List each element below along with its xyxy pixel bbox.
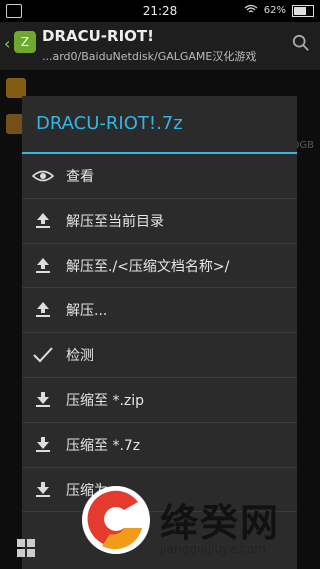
watermark: 绛癸网 jiangguijiuye.com — [72, 478, 320, 569]
battery-percent: 62% — [263, 5, 286, 16]
menu-item-extract[interactable]: 解压... — [22, 288, 297, 334]
watermark-logo-icon — [82, 486, 150, 554]
folder-path: ...ard0/BaiduNetdisk/GALGAME汉化游戏 — [42, 50, 257, 63]
menu-item-test[interactable]: 检测 — [22, 333, 297, 378]
search-icon[interactable] — [292, 34, 310, 52]
menu-item-label: 查看 — [66, 169, 94, 185]
menu-item-label: 检测 — [66, 348, 94, 365]
compress-icon — [36, 436, 50, 452]
menu-item-compress-7z[interactable]: 压缩至 *.7z — [22, 423, 297, 468]
app-bar: ‹ Z DRACU-RIOT! ...ard0/BaiduNetdisk/GAL… — [0, 22, 320, 70]
menu-item-compress-zip[interactable]: 压缩至 *.zip — [22, 378, 297, 423]
check-icon — [33, 347, 53, 363]
battery-icon — [292, 4, 314, 17]
grid-view-icon[interactable] — [16, 538, 36, 558]
extract-icon — [36, 302, 50, 318]
back-icon[interactable]: ‹ — [4, 34, 10, 53]
menu-item-label: 解压至./<压缩文档名称>/ — [66, 258, 230, 275]
extract-icon — [36, 212, 50, 228]
extract-icon — [36, 257, 50, 273]
menu-item-extract-to-folder[interactable]: 解压至./<压缩文档名称>/ — [22, 244, 297, 289]
app-title: DRACU-RIOT! — [42, 27, 154, 45]
dialog-title: DRACU-RIOT!.7z — [36, 113, 183, 134]
status-icons: 62% — [244, 4, 314, 17]
menu-item-label: 解压至当前目录 — [66, 213, 164, 230]
menu-item-extract-here[interactable]: 解压至当前目录 — [22, 199, 297, 244]
compress-icon — [36, 481, 50, 497]
menu-item-label: 压缩至 *.zip — [66, 392, 145, 409]
compress-icon — [36, 391, 50, 407]
watermark-brand: 绛癸网 — [160, 501, 281, 545]
wifi-icon — [244, 4, 258, 17]
menu-item-view[interactable]: 查看 — [22, 154, 297, 199]
menu-item-label: 压缩至 *.7z — [66, 437, 141, 454]
eye-icon — [32, 170, 54, 182]
app-logo-icon[interactable]: Z — [14, 31, 36, 53]
menu-item-label: 解压... — [66, 303, 108, 320]
watermark-url: jiangguijiuye.com — [160, 542, 267, 556]
status-bar: 21:28 62% — [0, 0, 320, 22]
